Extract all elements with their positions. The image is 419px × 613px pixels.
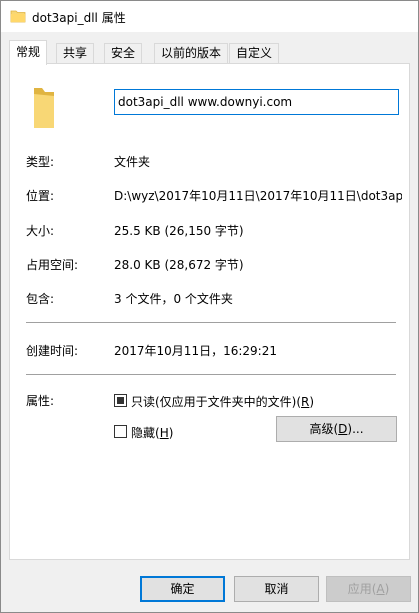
location-value: D:\wyz\2017年10月11日\2017年10月11日\dot3api_ [114, 189, 402, 203]
contains-value: 3 个文件，0 个文件夹 [114, 292, 233, 306]
window-title: dot3api_dll 属性 [32, 11, 126, 25]
tab-strip: 常规 共享 安全 以前的版本 自定义 [1, 32, 418, 65]
hidden-access-key: H [159, 426, 169, 440]
tab-general[interactable]: 常规 [9, 40, 48, 65]
hidden-checkbox[interactable] [114, 425, 127, 438]
size-value: 25.5 KB (26,150 字节) [114, 224, 244, 238]
tab-sharing[interactable]: 共享 [56, 43, 95, 64]
apply-access-key: A [376, 582, 385, 596]
size-label: 大小: [26, 224, 55, 238]
disk-size-value: 28.0 KB (28,672 字节) [114, 258, 244, 272]
hidden-label[interactable]: 隐藏(H) [131, 424, 173, 441]
attributes-label: 属性: [26, 394, 55, 408]
folder-name-input[interactable]: dot3api_dll www.downyi.com [114, 89, 399, 115]
apply-button[interactable]: 应用(A) [326, 576, 411, 602]
title-bar: dot3api_dll 属性 [1, 1, 418, 32]
folder-icon [34, 88, 54, 128]
contains-label: 包含: [26, 292, 55, 306]
tab-security[interactable]: 安全 [104, 43, 143, 64]
type-label: 类型: [26, 155, 55, 169]
disk-size-label: 占用空间: [26, 258, 79, 272]
advanced-button[interactable]: 高级(D)... [276, 416, 397, 442]
cancel-button[interactable]: 取消 [234, 576, 319, 602]
created-value: 2017年10月11日，16:29:21 [114, 344, 277, 358]
separator [26, 322, 396, 323]
tab-customize[interactable]: 自定义 [229, 43, 280, 64]
tab-previous-versions[interactable]: 以前的版本 [154, 43, 229, 64]
location-label: 位置: [26, 189, 55, 203]
readonly-access-key: R [301, 395, 310, 409]
created-label: 创建时间: [26, 344, 79, 358]
readonly-checkbox[interactable] [114, 394, 127, 407]
separator [26, 374, 396, 375]
ok-button[interactable]: 确定 [140, 576, 225, 602]
general-panel: dot3api_dll www.downyi.com 类型: 文件夹 位置: D… [9, 63, 410, 560]
properties-dialog: dot3api_dll 属性 常规 共享 安全 以前的版本 自定义 dot3ap… [0, 0, 419, 613]
readonly-label[interactable]: 只读(仅应用于文件夹中的文件)(R) [131, 393, 314, 410]
type-value: 文件夹 [114, 155, 151, 169]
folder-icon [10, 10, 26, 23]
